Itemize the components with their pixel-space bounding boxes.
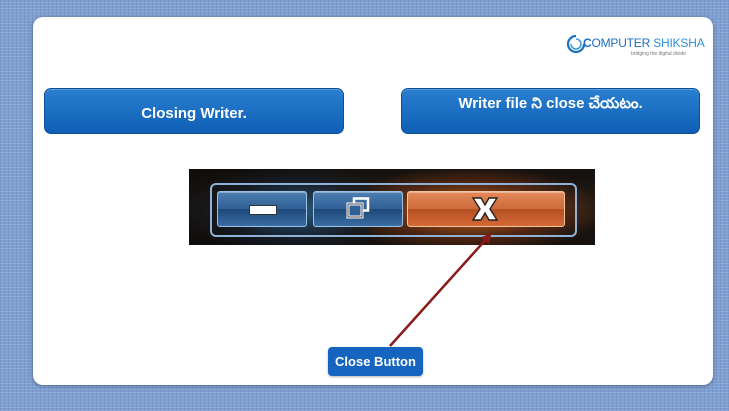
minimize-icon (249, 205, 277, 215)
title-english-text: Closing Writer. (141, 104, 247, 122)
title-pill-english: Closing Writer. (44, 88, 344, 134)
restore-icon (346, 197, 370, 219)
restore-button[interactable] (313, 191, 403, 227)
computer-shiksha-logo: COMPUTER SHIKSHA bridging the digital di… (565, 33, 705, 61)
close-button-callout-label: Close Button (328, 347, 423, 376)
close-x-icon (471, 197, 499, 221)
minimize-button[interactable] (217, 191, 307, 227)
logo-brand-text: COMPUTER SHIKSHA (583, 36, 705, 50)
window-controls-screenshot (189, 169, 595, 245)
title-pill-telugu: Writer file ని close చేయటం. (401, 88, 700, 134)
callout-label-text: Close Button (335, 354, 416, 369)
title-telugu-text: Writer file ని close చేయటం. (458, 94, 643, 112)
logo-tagline: bridging the digital divide (631, 51, 687, 57)
close-button[interactable] (407, 191, 565, 227)
